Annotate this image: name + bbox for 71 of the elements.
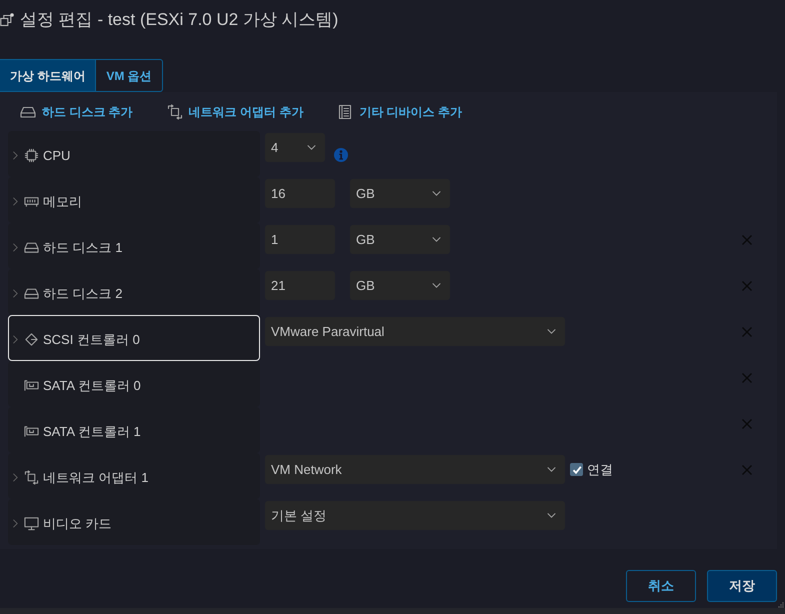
- tab[interactable]: 가상 하드웨어: [0, 60, 96, 91]
- chip-icon: [24, 148, 39, 163]
- dropdown[interactable]: VMware Paravirtual: [265, 317, 565, 346]
- caret-down-icon: [432, 237, 441, 242]
- close-icon: [742, 280, 752, 290]
- save-button[interactable]: 저장: [707, 570, 777, 602]
- network-adapter-icon: [166, 104, 183, 120]
- network-adapter-icon: [24, 470, 39, 485]
- caret-down-icon: [547, 329, 556, 334]
- device-row-header[interactable]: 하드 디스크 1: [8, 223, 260, 269]
- close-icon: [742, 464, 752, 474]
- device-label: 비디오 카드: [43, 515, 112, 533]
- chevron-right-icon[interactable]: [13, 519, 18, 528]
- number-field[interactable]: 16: [265, 179, 335, 208]
- caret-down-icon: [547, 513, 556, 518]
- checkbox-label: 연결: [587, 460, 613, 479]
- device-label: SATA 컨트롤러 0: [43, 377, 141, 395]
- count-dropdown[interactable]: 4: [265, 133, 325, 162]
- unit-dropdown[interactable]: GB: [350, 179, 450, 208]
- memory-stick-icon: [24, 194, 39, 209]
- caret-down-icon: [547, 467, 556, 472]
- device-row-header[interactable]: CPU: [8, 131, 260, 177]
- controller-card-icon: [24, 378, 39, 393]
- add-device-button[interactable]: 네트워크 어댑터 추가: [166, 102, 304, 120]
- caret-down-icon: [307, 145, 316, 150]
- info-icon[interactable]: [334, 148, 348, 162]
- controller-card-icon: [24, 424, 39, 439]
- unit-dropdown[interactable]: GB: [350, 225, 450, 254]
- device-label: 네트워크 어댑터 1: [43, 469, 148, 487]
- device-row-header[interactable]: 네트워크 어댑터 1: [8, 453, 260, 499]
- checkbox[interactable]: [570, 463, 583, 476]
- device-row-header[interactable]: 메모리: [8, 177, 260, 223]
- device-row-header[interactable]: SATA 컨트롤러 1: [8, 407, 260, 453]
- number-field[interactable]: 1: [265, 225, 335, 254]
- close-icon: [742, 234, 752, 244]
- caret-down-icon: [432, 283, 441, 288]
- tab[interactable]: VM 옵션: [95, 60, 162, 91]
- dropdown[interactable]: 기본 설정: [265, 501, 565, 530]
- document-icon: [337, 104, 354, 120]
- device-label: SATA 컨트롤러 1: [43, 423, 141, 441]
- close-icon: [742, 418, 752, 428]
- chevron-right-icon[interactable]: [13, 197, 18, 206]
- add-device-button[interactable]: 기타 디바이스 추가: [337, 102, 462, 120]
- stacked-squares-icon: [0, 13, 14, 27]
- device-row-header[interactable]: 하드 디스크 2: [8, 269, 260, 315]
- device-row-header[interactable]: SATA 컨트롤러 0: [8, 361, 260, 407]
- window-title: 설정 편집 - test (ESXi 7.0 U2 가상 시스템): [20, 9, 338, 31]
- device-row-header[interactable]: SCSI 컨트롤러 0: [8, 315, 260, 361]
- chevron-right-icon[interactable]: [13, 335, 18, 344]
- check-icon: [572, 464, 582, 474]
- close-icon: [742, 372, 752, 382]
- chevron-right-icon[interactable]: [13, 243, 18, 252]
- device-label: 하드 디스크 1: [43, 239, 122, 257]
- diamond-icon: [24, 332, 39, 347]
- device-label: 메모리: [43, 193, 82, 211]
- cancel-button[interactable]: 취소: [626, 570, 696, 602]
- add-device-button[interactable]: 하드 디스크 추가: [20, 102, 133, 120]
- close-icon: [742, 326, 752, 336]
- chevron-right-icon[interactable]: [13, 151, 18, 160]
- device-label: 하드 디스크 2: [43, 285, 122, 303]
- device-label: SCSI 컨트롤러 0: [43, 331, 140, 349]
- chevron-right-icon[interactable]: [13, 289, 18, 298]
- number-field[interactable]: 21: [265, 271, 335, 300]
- device-label: CPU: [43, 147, 70, 165]
- chevron-right-icon[interactable]: [13, 473, 18, 482]
- dropdown[interactable]: VM Network: [265, 455, 565, 484]
- monitor-icon: [24, 516, 39, 531]
- resize-grip-icon[interactable]: [778, 602, 784, 608]
- unit-dropdown[interactable]: GB: [350, 271, 450, 300]
- caret-down-icon: [432, 191, 441, 196]
- device-row-header[interactable]: 비디오 카드: [8, 499, 260, 545]
